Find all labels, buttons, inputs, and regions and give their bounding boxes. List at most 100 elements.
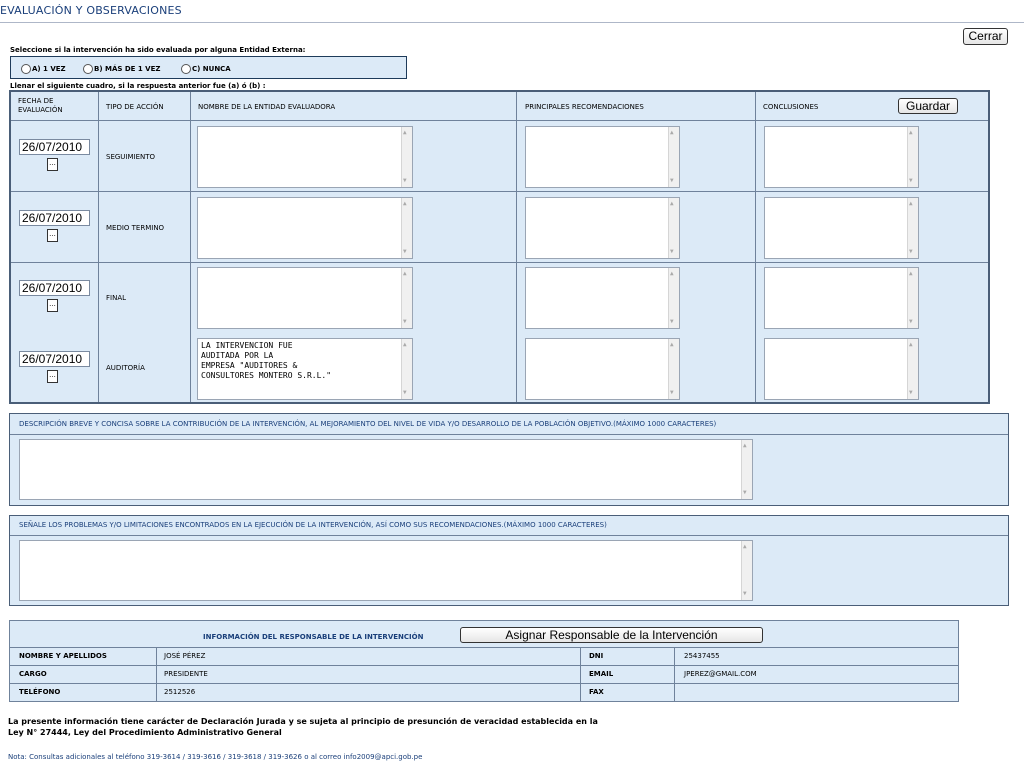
recommendations-textarea[interactable] (525, 126, 680, 188)
name-label: NOMBRE Y APELLIDOS (19, 652, 107, 660)
position-label: CARGO (19, 670, 47, 678)
scrollbar[interactable] (401, 127, 412, 187)
external-eval-options: A) 1 VEZ B) MÁS DE 1 VEZ C) NUNCA (10, 56, 407, 79)
col-divider (755, 92, 756, 402)
header-entity: NOMBRE DE LA ENTIDAD EVALUADORA (198, 103, 336, 111)
conclusions-textarea[interactable] (764, 126, 919, 188)
col-divider (98, 92, 99, 402)
action-label: SEGUIMIENTO (106, 153, 156, 161)
entity-textarea[interactable] (197, 267, 413, 329)
scrollbar[interactable] (907, 127, 918, 187)
calendar-button[interactable]: ... (47, 370, 58, 383)
calendar-button[interactable]: ... (47, 229, 58, 242)
col-divider (156, 647, 157, 702)
email-value: JPEREZ@GMAIL.COM (684, 670, 757, 678)
header-recommendations: PRINCIPALES RECOMENDACIONES (525, 103, 644, 111)
col-divider (516, 92, 517, 402)
scrollbar[interactable] (907, 268, 918, 328)
col-divider (674, 647, 675, 702)
date-field[interactable]: 26/07/2010 (19, 351, 90, 367)
section-divider (10, 434, 1008, 435)
entity-textarea[interactable]: LA INTERVENCION FUE AUDITADA POR LA EMPR… (197, 338, 413, 400)
conclusions-textarea[interactable] (764, 267, 919, 329)
option-never[interactable]: C) NUNCA (181, 64, 231, 74)
scrollbar[interactable] (401, 268, 412, 328)
option-more-than-once[interactable]: B) MÁS DE 1 VEZ (83, 64, 160, 74)
declaration-text: La presente información tiene carácter d… (8, 716, 598, 738)
row-divider (10, 647, 958, 648)
save-button[interactable]: Guardar (898, 98, 958, 114)
position-value: PRESIDENTE (164, 670, 208, 678)
assign-responsible-button[interactable]: Asignar Responsable de la Intervención (460, 627, 763, 643)
header-conclusions: CONCLUSIONES (763, 103, 819, 111)
row-divider (11, 262, 988, 263)
page-title: EVALUACIÓN Y OBSERVACIONES (0, 4, 182, 17)
fill-instruction: Llenar el siguiente cuadro, si la respue… (10, 82, 266, 90)
option-never-label: C) NUNCA (192, 65, 231, 73)
scrollbar[interactable] (741, 541, 752, 600)
option-once[interactable]: A) 1 VEZ (21, 64, 66, 74)
fax-label: FAX (589, 688, 604, 696)
entity-textarea[interactable] (197, 197, 413, 259)
header-action: TIPO DE ACCIÓN (106, 103, 164, 111)
header-date: FECHA DE EVALUACIÓN (18, 97, 63, 114)
declaration-line-2: Ley N° 27444, Ley del Procedimiento Admi… (8, 728, 282, 737)
recommendations-textarea[interactable] (525, 267, 680, 329)
action-label: AUDITORÍA (106, 364, 145, 372)
row-divider (11, 191, 988, 192)
scrollbar[interactable] (907, 339, 918, 399)
recommendations-textarea[interactable] (525, 197, 680, 259)
conclusions-textarea[interactable] (764, 338, 919, 400)
description-section: DESCRIPCIÓN BREVE Y CONCISA SOBRE LA CON… (9, 413, 1009, 506)
entity-text: LA INTERVENCION FUE AUDITADA POR LA EMPR… (201, 341, 332, 380)
declaration-line-1: La presente información tiene carácter d… (8, 717, 598, 726)
scrollbar[interactable] (907, 198, 918, 258)
calendar-button[interactable]: ... (47, 158, 58, 171)
scrollbar[interactable] (668, 268, 679, 328)
responsible-section: INFORMACIÓN DEL RESPONSABLE DE LA INTERV… (9, 620, 959, 702)
external-eval-question: Seleccione si la intervención ha sido ev… (10, 46, 306, 54)
problems-section: SEÑALE LOS PROBLEMAS Y/O LIMITACIONES EN… (9, 515, 1009, 606)
name-value: JOSÉ PÉREZ (164, 652, 206, 660)
description-textarea[interactable] (19, 439, 753, 500)
radio-once[interactable] (21, 64, 31, 74)
row-divider (10, 683, 958, 684)
conclusions-textarea[interactable] (764, 197, 919, 259)
option-once-label: A) 1 VEZ (32, 65, 66, 73)
action-label: FINAL (106, 294, 127, 302)
scrollbar[interactable] (668, 127, 679, 187)
scrollbar[interactable] (741, 440, 752, 499)
row-divider (10, 665, 958, 666)
col-divider (580, 647, 581, 702)
problems-label: SEÑALE LOS PROBLEMAS Y/O LIMITACIONES EN… (19, 521, 607, 529)
phone-label: TELÉFONO (19, 688, 61, 696)
scrollbar[interactable] (401, 198, 412, 258)
contact-note: Nota: Consultas adicionales al teléfono … (8, 753, 423, 761)
section-divider (10, 535, 1008, 536)
scrollbar[interactable] (668, 339, 679, 399)
calendar-button[interactable]: ... (47, 299, 58, 312)
recommendations-textarea[interactable] (525, 338, 680, 400)
phone-value: 2512526 (164, 688, 196, 696)
dni-label: DNI (589, 652, 604, 660)
col-divider (190, 92, 191, 402)
dni-value: 25437455 (684, 652, 720, 660)
responsible-title: INFORMACIÓN DEL RESPONSABLE DE LA INTERV… (203, 633, 424, 641)
action-label: MEDIO TERMINO (106, 224, 165, 232)
date-field[interactable]: 26/07/2010 (19, 139, 90, 155)
radio-more-than-once[interactable] (83, 64, 93, 74)
description-label: DESCRIPCIÓN BREVE Y CONCISA SOBRE LA CON… (19, 420, 717, 428)
date-field[interactable]: 26/07/2010 (19, 280, 90, 296)
entity-textarea[interactable] (197, 126, 413, 188)
date-field[interactable]: 26/07/2010 (19, 210, 90, 226)
option-more-than-once-label: B) MÁS DE 1 VEZ (94, 65, 161, 73)
close-button[interactable]: Cerrar (963, 28, 1008, 45)
problems-textarea[interactable] (19, 540, 753, 601)
radio-never[interactable] (181, 64, 191, 74)
title-divider (0, 22, 1024, 23)
row-divider (11, 120, 988, 121)
evaluation-table: FECHA DE EVALUACIÓN TIPO DE ACCIÓN NOMBR… (9, 90, 990, 404)
scrollbar[interactable] (401, 339, 412, 399)
email-label: EMAIL (589, 670, 614, 678)
scrollbar[interactable] (668, 198, 679, 258)
